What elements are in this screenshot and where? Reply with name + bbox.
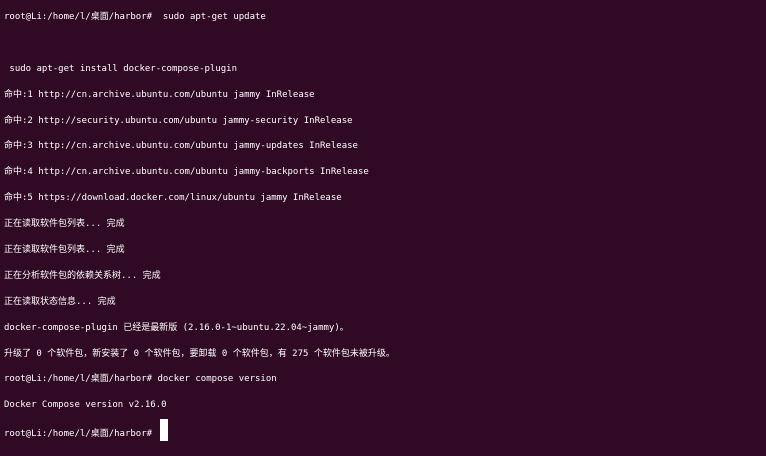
terminal-line: 命中:2 http://security.ubuntu.com/ubuntu j… bbox=[4, 115, 353, 126]
terminal-line: root@Li:/home/l/桌面/harbor# sudo apt-get … bbox=[4, 12, 266, 22]
terminal-prompt: root@Li:/home/l/桌面/harbor# bbox=[4, 429, 153, 440]
terminal-prompt-line[interactable]: root@Li:/home/l/桌面/harbor# bbox=[4, 419, 766, 445]
terminal-line: 升级了 0 个软件包，新安装了 0 个软件包，要卸载 0 个软件包，有 275 … bbox=[4, 348, 395, 359]
terminal-line: 命中:4 http://cn.archive.ubuntu.com/ubuntu… bbox=[4, 167, 369, 178]
terminal-line: root@Li:/home/l/桌面/harbor# docker compos… bbox=[4, 374, 277, 385]
terminal-line: sudo apt-get install docker-compose-plug… bbox=[4, 63, 237, 74]
terminal-line: Docker Compose version v2.16.0 bbox=[4, 400, 167, 411]
terminal-line: 正在分析软件包的依赖关系树... 完成 bbox=[4, 270, 161, 281]
terminal-line: 正在读取状态信息... 完成 bbox=[4, 296, 116, 307]
terminal-window[interactable]: root@Li:/home/l/桌面/harbor# sudo apt-get … bbox=[0, 0, 766, 456]
terminal-line: 命中:3 http://cn.archive.ubuntu.com/ubuntu… bbox=[4, 141, 358, 152]
text-cursor bbox=[160, 419, 169, 442]
terminal-line: 命中:5 https://download.docker.com/linux/u… bbox=[4, 193, 342, 204]
terminal-line: 命中:1 http://cn.archive.ubuntu.com/ubuntu… bbox=[4, 89, 315, 100]
terminal-line: docker-compose-plugin 已经是最新版 (2.16.0-1~u… bbox=[4, 322, 349, 333]
terminal-line: 正在读取软件包列表... 完成 bbox=[4, 219, 125, 230]
terminal-line: 正在读取软件包列表... 完成 bbox=[4, 245, 125, 256]
